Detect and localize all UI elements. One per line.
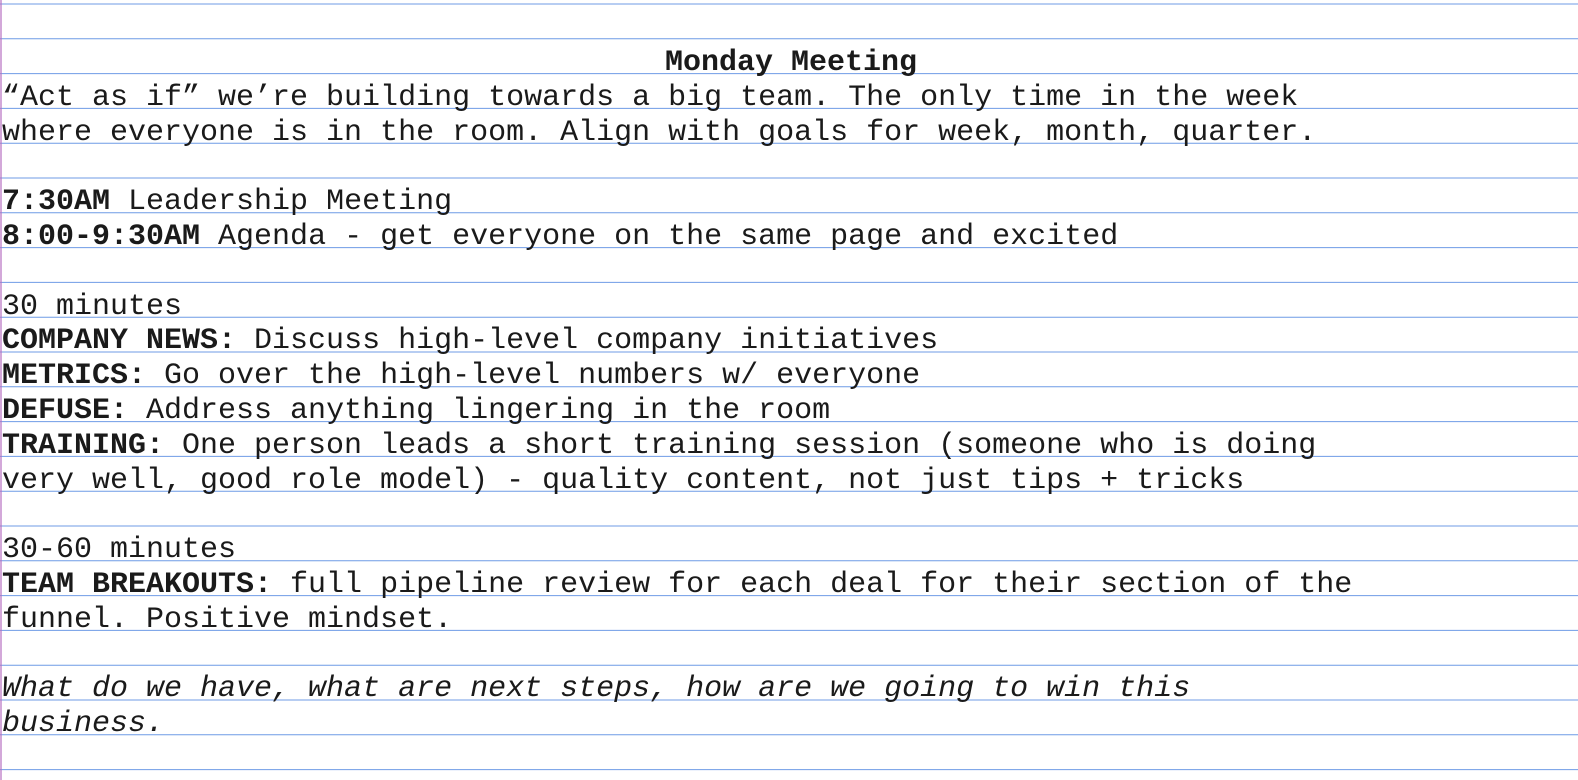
- section1-duration: 30 minutes: [2, 289, 183, 324]
- item-label: TRAINING:: [2, 428, 165, 463]
- schedule-text: Agenda - get everyone on the same page a…: [200, 219, 1119, 254]
- schedule-item-leadership: 7:30AM Leadership Meeting: [2, 185, 1576, 220]
- schedule-time: 7:30AM: [2, 185, 111, 220]
- meeting-notes: Monday Meeting “Act as if” we’re buildin…: [2, 46, 1576, 742]
- item-label: METRICS:: [2, 359, 147, 394]
- section2-duration: 30-60 minutes: [2, 533, 237, 568]
- item-training: TRAINING: One person leads a short train…: [2, 429, 1576, 464]
- item-company-news: COMPANY NEWS: Discuss high-level company…: [2, 324, 1576, 359]
- item-label: COMPANY NEWS:: [2, 324, 237, 359]
- closing-line-1: What do we have, what are next steps, ho…: [2, 672, 1191, 707]
- intro-line-2: where everyone is in the room. Align wit…: [2, 115, 1317, 150]
- intro-line-1: “Act as if” we’re building towards a big…: [2, 80, 1299, 115]
- closing-line-2: business.: [2, 707, 165, 742]
- item-text: One person leads a short training sessio…: [164, 428, 1317, 463]
- item-team-breakouts-continued: funnel. Positive mindset.: [2, 602, 453, 637]
- page-title: Monday Meeting: [664, 46, 918, 80]
- item-metrics: METRICS: Go over the high-level numbers …: [2, 359, 1576, 394]
- item-text: Discuss high-level company initiatives: [236, 324, 939, 359]
- ruled-notebook-page: Monday Meeting “Act as if” we’re buildin…: [0, 0, 1578, 780]
- schedule-item-agenda: 8:00-9:30AM Agenda - get everyone on the…: [2, 220, 1576, 255]
- item-label: TEAM BREAKOUTS:: [2, 567, 273, 602]
- item-training-continued: very well, good role model) - quality co…: [2, 463, 1245, 498]
- schedule-text: Leadership Meeting: [110, 185, 453, 220]
- item-defuse: DEFUSE: Address anything lingering in th…: [2, 394, 1576, 429]
- item-text: Go over the high-level numbers w/ everyo…: [146, 359, 921, 394]
- item-team-breakouts: TEAM BREAKOUTS: full pipeline review for…: [2, 568, 1576, 603]
- item-text: Address anything lingering in the room: [128, 393, 831, 428]
- schedule-time: 8:00-9:30AM: [2, 219, 201, 254]
- item-text: full pipeline review for each deal for t…: [272, 567, 1353, 602]
- item-label: DEFUSE:: [2, 393, 129, 428]
